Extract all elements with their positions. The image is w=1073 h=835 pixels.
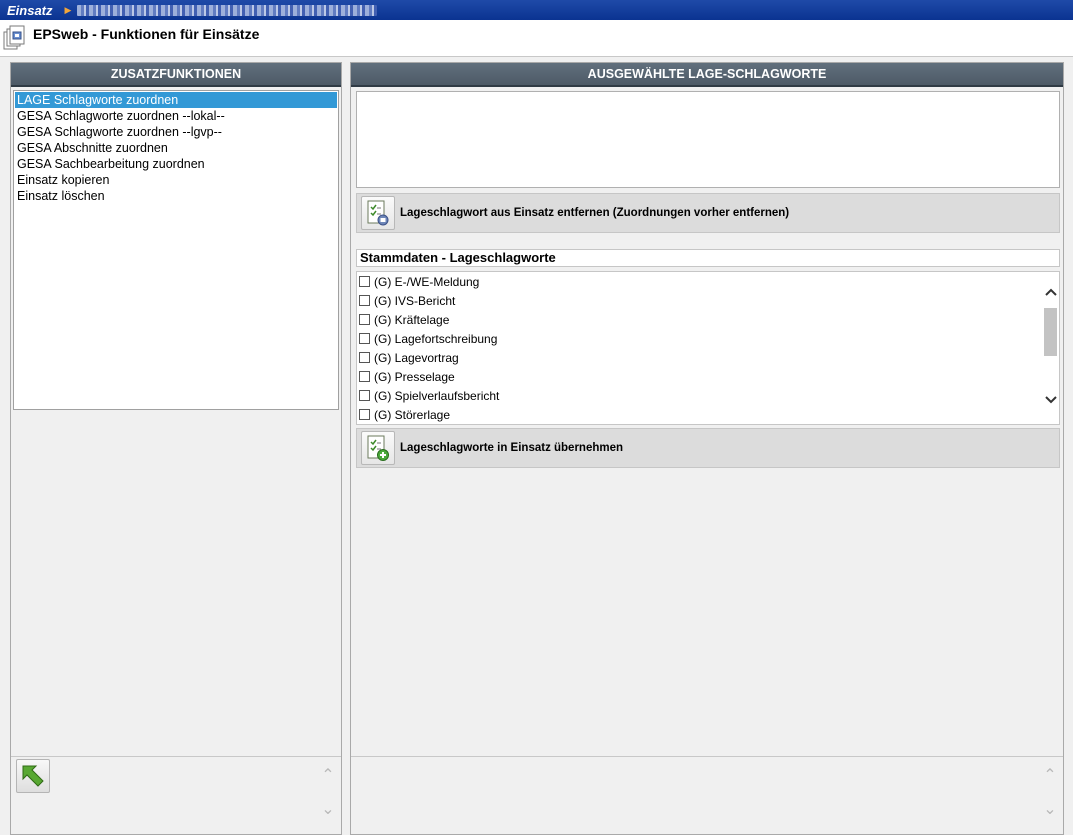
list-item[interactable]: GESA Sachbearbeitung zuordnen (14, 156, 338, 172)
checkbox-label[interactable]: (G) Lagevortrag (374, 351, 459, 365)
right-footer: ⌃ ⌄ (351, 756, 1063, 834)
remove-schlagwort-label[interactable]: Lageschlagwort aus Einsatz entfernen (Zu… (400, 207, 789, 219)
add-schlagworte-label[interactable]: Lageschlagworte in Einsatz übernehmen (400, 442, 623, 454)
checkbox-row[interactable]: (G) Lagevortrag (359, 348, 459, 367)
checkbox-label[interactable]: (G) Störerlage (374, 408, 450, 422)
checkbox-label[interactable]: (G) IVS-Bericht (374, 294, 455, 308)
remove-schlagwort-button[interactable] (361, 196, 395, 230)
add-schlagworte-button[interactable] (361, 431, 395, 465)
function-listbox[interactable]: LAGE Schlagworte zuordnen GESA Schlagwor… (13, 90, 339, 410)
checkbox-label[interactable]: (G) Spielverlaufsbericht (374, 389, 499, 403)
zusatzfunktionen-header: ZUSATZFUNKTIONEN (11, 63, 341, 87)
breadcrumb-arrow-icon: ▶ (64, 4, 72, 15)
scrollbar-thumb[interactable] (1044, 308, 1057, 356)
scroll-up-icon[interactable]: ⌃ (321, 768, 335, 784)
remove-action-bar: Lageschlagwort aus Einsatz entfernen (Zu… (356, 193, 1060, 233)
lage-schlagworte-header: AUSGEWÄHLTE LAGE-SCHLAGWORTE (351, 63, 1063, 87)
checkbox[interactable] (359, 390, 370, 401)
scroll-down-icon[interactable]: ⌄ (321, 802, 335, 818)
breadcrumb-redacted (77, 4, 378, 16)
checkbox-row[interactable]: (G) IVS-Bericht (359, 291, 455, 310)
checklist-add-icon (367, 435, 389, 461)
scroll-up-icon[interactable]: ⌃ (1043, 768, 1057, 784)
add-action-bar: Lageschlagworte in Einsatz übernehmen (356, 428, 1060, 468)
checkbox-row[interactable]: (G) Lagefortschreibung (359, 329, 497, 348)
stammdaten-checklist[interactable]: (G) E-/WE-Meldung (G) IVS-Bericht (G) Kr… (356, 271, 1060, 425)
checkbox-row[interactable]: (G) Presselage (359, 367, 455, 386)
app-topbar: Einsatz ▶ (0, 0, 1073, 20)
app-name[interactable]: Einsatz (7, 3, 53, 18)
checkbox[interactable] (359, 314, 370, 325)
checkbox[interactable] (359, 352, 370, 363)
lage-schlagworte-panel: AUSGEWÄHLTE LAGE-SCHLAGWORTE Lageschlagw… (350, 62, 1064, 835)
title-bar: EPSweb - Funktionen für Einsätze (0, 20, 1073, 57)
page-title: EPSweb - Funktionen für Einsätze (33, 26, 260, 42)
zusatzfunktionen-panel: ZUSATZFUNKTIONEN LAGE Schlagworte zuordn… (10, 62, 342, 835)
checkbox-row[interactable]: (G) Spielverlaufsbericht (359, 386, 499, 405)
documents-icon (3, 25, 25, 50)
checklist-scrollbar[interactable] (1042, 272, 1059, 424)
checkbox-row[interactable]: (G) Kräftelage (359, 310, 449, 329)
list-item[interactable]: LAGE Schlagworte zuordnen (15, 92, 337, 108)
list-item[interactable]: Einsatz löschen (14, 188, 338, 204)
checkbox-label[interactable]: (G) Lagefortschreibung (374, 332, 497, 346)
checklist-remove-icon (367, 200, 389, 226)
list-item[interactable]: GESA Schlagworte zuordnen --lokal-- (14, 108, 338, 124)
stammdaten-title: Stammdaten - Lageschlagworte (356, 249, 1060, 267)
checkbox[interactable] (359, 295, 370, 306)
checkbox-label[interactable]: (G) E-/WE-Meldung (374, 275, 479, 289)
selected-schlagworte-list[interactable] (356, 91, 1060, 188)
checkbox-label[interactable]: (G) Kräftelage (374, 313, 449, 327)
checkbox[interactable] (359, 371, 370, 382)
arrow-up-left-icon (22, 765, 44, 787)
scroll-down-icon[interactable] (1042, 392, 1059, 408)
checkbox-row[interactable]: (G) Störerlage (359, 405, 450, 424)
scroll-down-icon[interactable]: ⌄ (1043, 802, 1057, 818)
checkbox[interactable] (359, 409, 370, 420)
checkbox-label[interactable]: (G) Presselage (374, 370, 455, 384)
checkbox[interactable] (359, 276, 370, 287)
list-item[interactable]: Einsatz kopieren (14, 172, 338, 188)
checkbox-row[interactable]: (G) E-/WE-Meldung (359, 272, 479, 291)
list-item[interactable]: GESA Schlagworte zuordnen --lgvp-- (14, 124, 338, 140)
scroll-up-icon[interactable] (1042, 284, 1059, 300)
checkbox[interactable] (359, 333, 370, 344)
list-item[interactable]: GESA Abschnitte zuordnen (14, 140, 338, 156)
back-button[interactable] (16, 759, 50, 793)
left-footer: ⌃ ⌄ (11, 756, 341, 834)
